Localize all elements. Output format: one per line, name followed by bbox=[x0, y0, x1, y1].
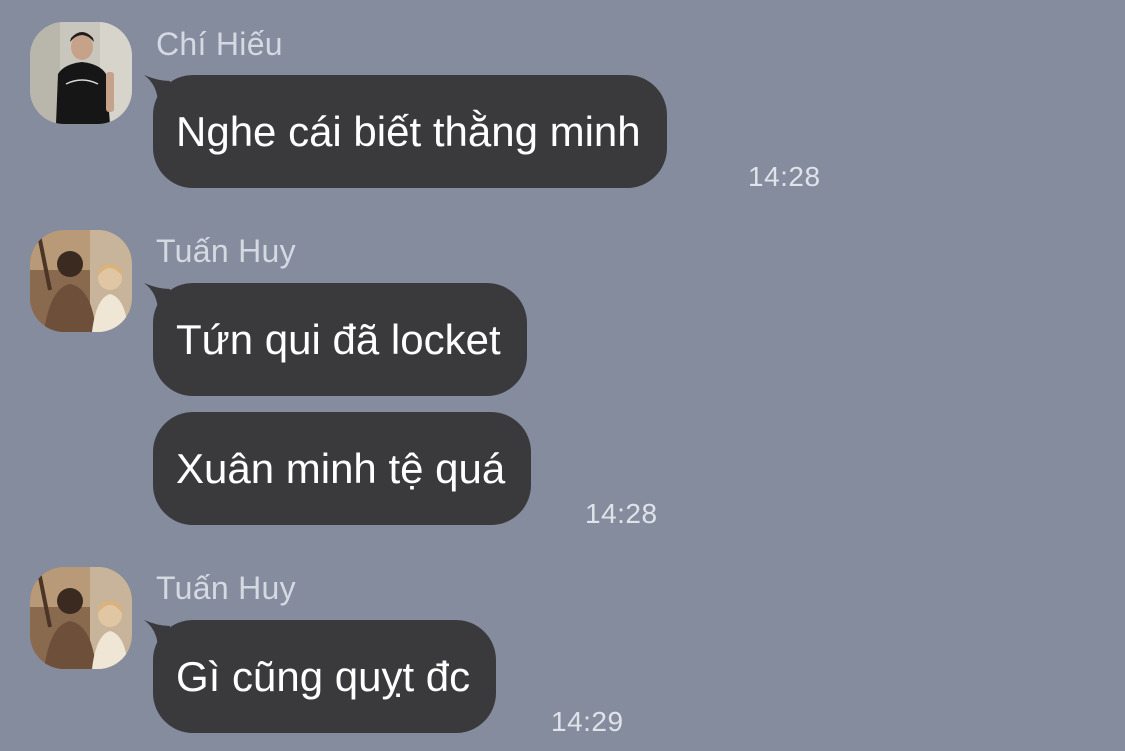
message-bubble[interactable]: Nghe cái biết thằng minh bbox=[153, 75, 667, 188]
sender-name: Tuấn Huy bbox=[156, 570, 296, 606]
avatar[interactable] bbox=[30, 230, 132, 332]
message-bubble[interactable]: Tứn qui đã locket bbox=[153, 283, 527, 396]
two-people-photo-icon bbox=[30, 230, 132, 332]
two-people-photo-icon bbox=[30, 567, 132, 669]
person-black-tshirt-icon bbox=[30, 22, 132, 124]
message-bubble[interactable]: Gì cũng quỵt đc bbox=[153, 620, 497, 733]
avatar[interactable] bbox=[30, 22, 132, 124]
sender-name: Tuấn Huy bbox=[156, 233, 296, 269]
message-timestamp: 14:28 bbox=[748, 161, 821, 192]
chat-area: Chí Hiếu Nghe cái biết thằng minh 14:28 … bbox=[0, 0, 1125, 751]
message-timestamp: 14:29 bbox=[551, 706, 624, 737]
avatar[interactable] bbox=[30, 567, 132, 669]
message-bubble[interactable]: Xuân minh tệ quá bbox=[153, 412, 532, 525]
message-timestamp: 14:28 bbox=[585, 498, 658, 529]
sender-name: Chí Hiếu bbox=[156, 26, 283, 62]
